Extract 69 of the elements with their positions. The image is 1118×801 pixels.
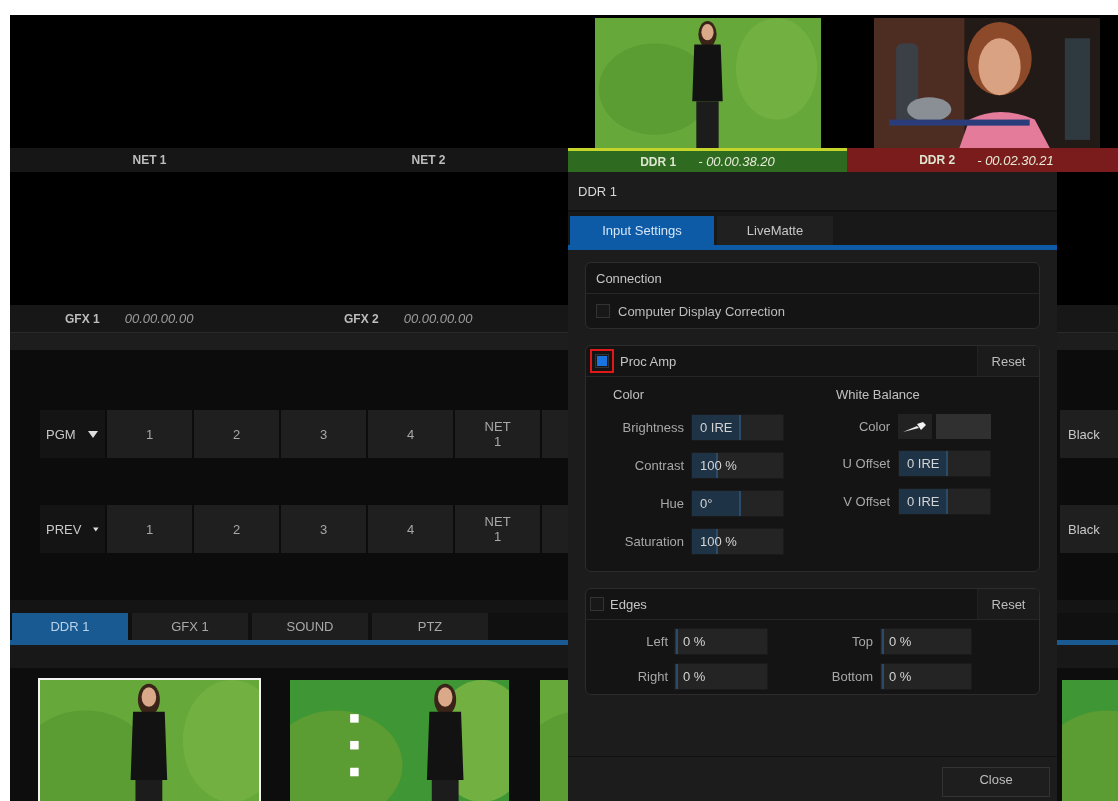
checkbox[interactable] xyxy=(595,354,609,368)
group-title: Connection xyxy=(596,270,662,286)
slider-field[interactable]: 0 % xyxy=(674,628,768,655)
monitor-label: GFX 2 xyxy=(344,311,379,326)
timecode: - 00.02.30.21 xyxy=(977,152,1054,168)
slider-field[interactable]: 0 % xyxy=(674,663,768,690)
checkbox[interactable] xyxy=(590,597,604,611)
bus-dropdown[interactable]: PREV xyxy=(40,505,105,553)
source-button[interactable]: 3 xyxy=(281,410,366,458)
source-button[interactable]: 1 xyxy=(107,505,192,553)
field-label: Saturation xyxy=(624,534,684,549)
slider-field[interactable]: 0 IRE xyxy=(898,488,991,515)
tab[interactable]: LiveMatte xyxy=(717,216,833,245)
monitor-label: NET 1 xyxy=(132,153,167,167)
source-button[interactable]: NET 1 xyxy=(455,410,540,458)
section-heading: Color xyxy=(612,387,646,403)
slider-field[interactable]: 0° xyxy=(691,490,784,517)
checkbox[interactable] xyxy=(596,304,610,318)
slider-field[interactable]: 100 % xyxy=(691,452,784,479)
source-button[interactable]: Black xyxy=(1060,410,1118,458)
monitor-label: DDR 1 xyxy=(640,154,677,169)
reset-button[interactable]: Reset xyxy=(977,589,1039,619)
field-label: Color xyxy=(858,419,890,434)
source-button[interactable]: Black xyxy=(1060,505,1118,553)
field-label: Contrast xyxy=(634,458,684,473)
tab[interactable]: GFX 1 xyxy=(132,613,248,640)
monitor-label: DDR 2 xyxy=(919,153,956,167)
monitor-label: NET 2 xyxy=(411,153,446,167)
tab[interactable]: SOUND xyxy=(252,613,368,640)
slider-field[interactable]: 0 % xyxy=(880,628,972,655)
checkbox-label: Computer Display Correction xyxy=(618,303,785,319)
source-button[interactable]: 1 xyxy=(107,410,192,458)
caret-icon xyxy=(87,430,98,438)
timecode: - 00.00.38.20 xyxy=(698,154,775,169)
timecode: 00.00.00.00 xyxy=(403,311,473,326)
field-label: Top xyxy=(852,634,873,649)
timecode: 00.00.00.00 xyxy=(124,311,194,326)
source-button[interactable]: 4 xyxy=(368,505,453,553)
source-button[interactable]: NET 1 xyxy=(455,505,540,553)
tab[interactable]: DDR 1 xyxy=(12,613,128,640)
tab[interactable]: PTZ xyxy=(372,613,488,640)
field-label: Right xyxy=(637,669,668,684)
field-label: Bottom xyxy=(831,669,873,684)
source-button[interactable]: 2 xyxy=(194,505,279,553)
caret-icon xyxy=(93,525,99,533)
tab[interactable]: Input Settings xyxy=(570,216,714,245)
source-button[interactable]: 3 xyxy=(281,505,366,553)
slider-field[interactable]: 0 IRE xyxy=(691,414,784,441)
source-button[interactable]: 2 xyxy=(194,410,279,458)
field-label: Left xyxy=(646,634,668,649)
slider-field[interactable]: 100 % xyxy=(691,528,784,555)
group-title: Edges xyxy=(610,596,647,612)
field-label: Brightness xyxy=(622,420,684,435)
dialog-title: DDR 1 xyxy=(578,183,617,199)
field-label: V Offset xyxy=(843,494,890,509)
section-heading: White Balance xyxy=(835,387,921,403)
field-label: U Offset xyxy=(842,456,890,471)
eyedropper-icon xyxy=(902,420,928,433)
eyedropper-button[interactable] xyxy=(898,414,932,439)
close-button[interactable]: Close xyxy=(942,767,1050,797)
field-label: Hue xyxy=(660,496,684,511)
reset-button[interactable]: Reset xyxy=(977,346,1039,376)
bus-dropdown[interactable]: PGM xyxy=(40,410,105,458)
slider-field[interactable]: 0 % xyxy=(880,663,972,690)
source-button[interactable]: 4 xyxy=(368,410,453,458)
slider-field[interactable]: 0 IRE xyxy=(898,450,991,477)
monitor-label: GFX 1 xyxy=(65,311,100,326)
group-title: Proc Amp xyxy=(620,353,677,369)
color-swatch[interactable] xyxy=(936,414,991,439)
